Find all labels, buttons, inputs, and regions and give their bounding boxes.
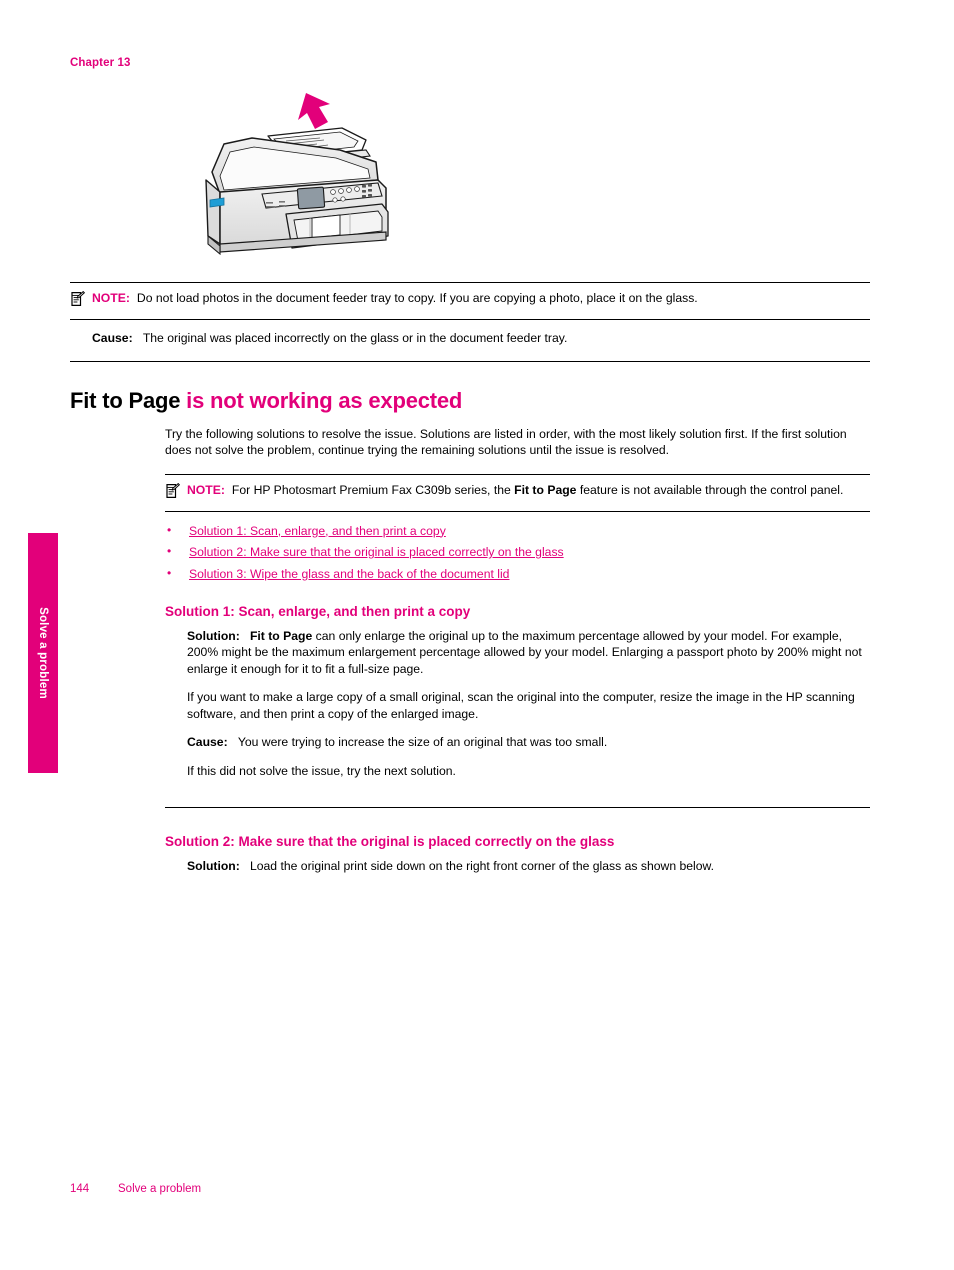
footer-page-number: 144	[70, 1183, 90, 1195]
solution-1-next: If this did not solve the issue, try the…	[187, 763, 456, 778]
printer-document-feeder-illustration	[190, 84, 420, 264]
footer-section-label: Solve a problem	[118, 1183, 202, 1195]
cause-top: Cause: The original was placed incorrect…	[92, 330, 870, 347]
content-column: NOTE: Do not load photos in the document …	[70, 84, 870, 875]
cause-label: Cause:	[92, 331, 133, 345]
note-box-top: NOTE: Do not load photos in the document …	[70, 282, 870, 320]
solution-1-paragraph-2: If you want to make a large copy of a sm…	[187, 690, 855, 721]
list-item: Solution 3: Wipe the glass and the back …	[165, 566, 870, 582]
solution-label: Solution:	[187, 859, 240, 873]
solution-link-list: Solution 1: Scan, enlarge, and then prin…	[165, 523, 870, 582]
solution-1-bold-term: Fit to Page	[249, 628, 313, 643]
note-top-text: Do not load photos in the document feede…	[136, 291, 698, 305]
solution-label: Solution:	[187, 628, 240, 643]
cause-text: The original was placed incorrectly on t…	[142, 331, 568, 345]
note-label: NOTE:	[187, 482, 225, 497]
note-top-body: NOTE: Do not load photos in the document …	[92, 290, 870, 307]
list-item: Solution 1: Scan, enlarge, and then prin…	[165, 523, 870, 539]
magenta-arrow-icon	[298, 93, 330, 129]
document-page: Chapter 13 Solve a problem NOTE: Do not …	[0, 0, 954, 1270]
page-title-accent: is not working as expected	[186, 387, 463, 413]
page-footer: 144 Solve a problem	[70, 1183, 201, 1195]
solution-1-paragraph: Solution: Fit to Page can only enlarge t…	[187, 628, 870, 678]
cause-label: Cause:	[187, 735, 228, 749]
side-tab-label: Solve a problem	[37, 607, 49, 699]
note-box-main: NOTE: For HP Photosmart Premium Fax C309b…	[165, 473, 870, 512]
note-main-body: NOTE: For HP Photosmart Premium Fax C309b…	[187, 482, 870, 499]
chapter-header: Chapter 13	[70, 57, 131, 69]
heading-solution-2: Solution 2: Make sure that the original …	[165, 834, 615, 849]
solution-2-paragraph: Solution: Load the original print side d…	[187, 858, 870, 875]
page-title: Fit to Page is not working as expected	[70, 388, 870, 414]
solution-2-text: Load the original print side down on the…	[249, 859, 715, 873]
page-title-black: Fit to Page	[70, 387, 181, 413]
note-icon	[70, 290, 92, 312]
link-solution-1[interactable]: Solution 1: Scan, enlarge, and then prin…	[189, 524, 446, 538]
list-item: Solution 2: Make sure that the original …	[165, 544, 870, 560]
solution-1-cause: Cause: You were trying to increase the s…	[187, 734, 870, 751]
heading-solution-1: Solution 1: Scan, enlarge, and then prin…	[165, 603, 471, 619]
solution-1-cause-text: You were trying to increase the size of …	[237, 735, 608, 749]
section-divider-2	[165, 807, 870, 808]
note-main-text-before: For HP Photosmart Premium Fax C309b seri…	[231, 482, 515, 497]
side-tab-solve-a-problem: Solve a problem	[28, 533, 58, 773]
note-main-bold-term: Fit to Page	[514, 482, 577, 497]
intro-paragraph: Try the following solutions to resolve t…	[165, 426, 847, 458]
note-icon	[165, 482, 187, 504]
note-main-text-after: feature is not available through the con…	[576, 482, 844, 497]
note-label: NOTE:	[92, 291, 130, 305]
link-solution-2[interactable]: Solution 2: Make sure that the original …	[189, 545, 564, 559]
section-divider-1	[70, 360, 870, 362]
link-solution-3[interactable]: Solution 3: Wipe the glass and the back …	[189, 567, 509, 581]
